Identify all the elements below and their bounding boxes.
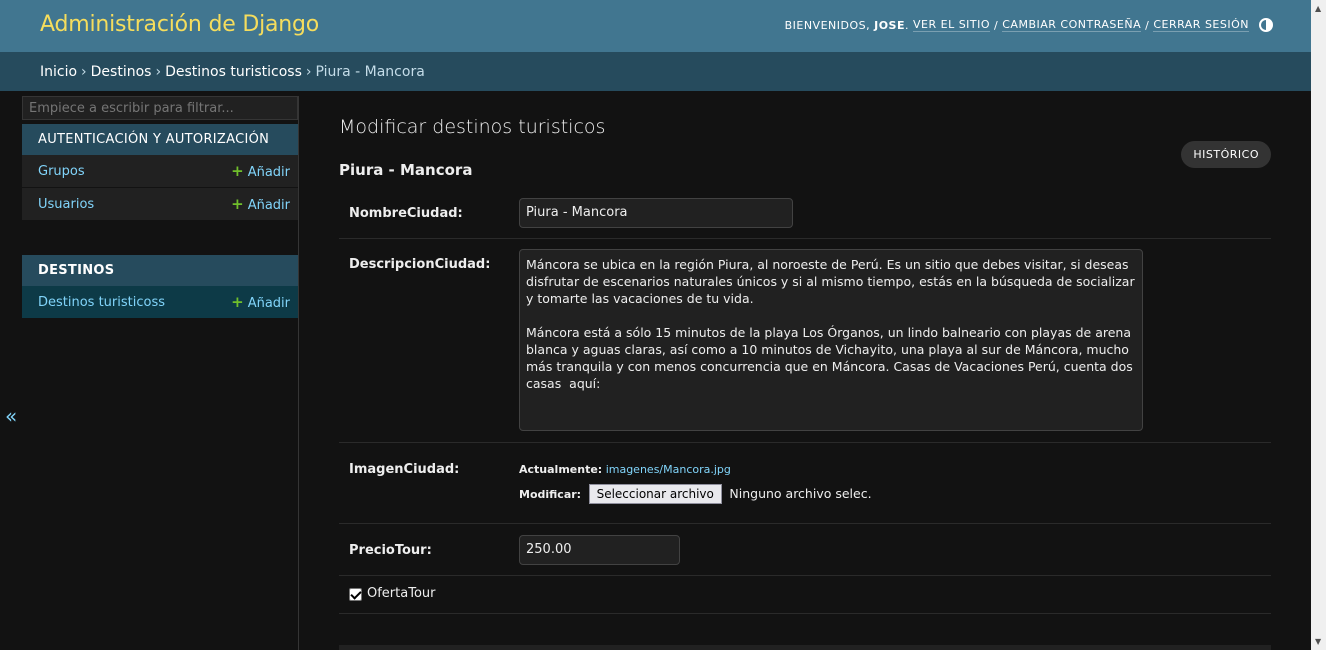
nombre-field[interactable]: Piura - Mancora bbox=[519, 198, 793, 228]
sidebar-item-grupos: Grupos + Añadir bbox=[22, 155, 298, 188]
page-scrollbar[interactable]: ▲ ▼ bbox=[1311, 0, 1326, 650]
plus-icon: + bbox=[231, 195, 244, 213]
page-title: Modificar destinos turisticos bbox=[339, 116, 606, 138]
nav-filter-input[interactable] bbox=[22, 96, 298, 120]
header: Administración de Django Bienvenidos, JO… bbox=[0, 0, 1311, 52]
add-usuarios-button[interactable]: + Añadir bbox=[231, 188, 290, 220]
oferta-checkbox[interactable] bbox=[349, 588, 362, 601]
scroll-up-icon[interactable]: ▲ bbox=[1315, 4, 1321, 13]
descripcion-textarea[interactable]: Máncora se ubica en la región Piura, al … bbox=[519, 249, 1143, 431]
breadcrumb: Inicio › Destinos › Destinos turisticoss › Piu… bbox=[0, 52, 1311, 91]
form-row-oferta: OfertaTour bbox=[339, 576, 1271, 614]
add-label: Añadir bbox=[247, 198, 290, 213]
app-caption-destinos[interactable]: DESTINOS bbox=[22, 255, 298, 286]
plus-icon: + bbox=[231, 293, 244, 311]
add-grupos-button[interactable]: + Añadir bbox=[231, 155, 290, 187]
change-label: Modificar: bbox=[519, 488, 582, 501]
oferta-label[interactable]: OfertaTour bbox=[367, 586, 436, 601]
form-row-precio: PrecioTour: 250.00 bbox=[339, 524, 1271, 576]
app-caption-label: Autenticación y autorización bbox=[38, 132, 270, 147]
breadcrumb-separator: › bbox=[155, 64, 162, 80]
add-label: Añadir bbox=[247, 296, 290, 311]
form-row-nombre: NombreCiudad: Piura - Mancora bbox=[339, 192, 1271, 239]
breadcrumb-current: Piura - Mancora bbox=[315, 64, 425, 80]
toggle-sidebar-button[interactable]: « bbox=[5, 404, 17, 428]
no-file-text: Ninguno archivo selec. bbox=[729, 486, 872, 501]
history-button[interactable]: Histórico bbox=[1181, 141, 1271, 168]
breadcrumb-model[interactable]: Destinos turisticoss bbox=[165, 64, 302, 80]
nombre-label: NombreCiudad: bbox=[349, 206, 463, 221]
user-tools: Bienvenidos, JOSE. Ver el sitio / Cambia… bbox=[785, 18, 1273, 32]
current-label: Actualmente: bbox=[519, 463, 603, 476]
add-destinos-button[interactable]: + Añadir bbox=[231, 286, 290, 318]
select-file-button[interactable]: Seleccionar archivo bbox=[588, 484, 722, 504]
app-caption-auth[interactable]: Autenticación y autorización bbox=[22, 124, 298, 155]
breadcrumb-app[interactable]: Destinos bbox=[91, 64, 152, 80]
model-link-usuarios[interactable]: Usuarios bbox=[38, 188, 94, 220]
submit-row bbox=[339, 645, 1271, 650]
sidebar-item-usuarios: Usuarios + Añadir bbox=[22, 188, 298, 221]
precio-label: PrecioTour: bbox=[349, 543, 432, 558]
breadcrumb-home[interactable]: Inicio bbox=[40, 64, 77, 80]
breadcrumb-separator: › bbox=[81, 64, 87, 80]
app-caption-label: DESTINOS bbox=[38, 263, 115, 278]
breadcrumb-separator: › bbox=[305, 64, 312, 80]
model-link-grupos[interactable]: Grupos bbox=[38, 155, 85, 187]
form-row-descripcion: DescripcionCiudad: Máncora se ubica en l… bbox=[339, 239, 1271, 443]
imagen-current: Actualmente: imagenes/Mancora.jpg bbox=[519, 463, 731, 476]
sidebar-item-destinos-turisticoss: Destinos turisticoss + Añadir bbox=[22, 286, 298, 319]
nav-sidebar: Autenticación y autorización Grupos +Aña… bbox=[22, 96, 299, 650]
add-label: Añadir bbox=[247, 165, 290, 180]
precio-field[interactable]: 250.00 bbox=[519, 535, 680, 565]
scroll-down-icon[interactable]: ▼ bbox=[1315, 637, 1321, 646]
main-content: Modificar destinos turisticos Histórico … bbox=[339, 91, 1271, 650]
model-link-destinos-turisticoss[interactable]: Destinos turisticoss bbox=[38, 286, 165, 318]
imagen-label: ImagenCiudad: bbox=[349, 462, 460, 477]
view-site-link[interactable]: Ver el sitio bbox=[913, 18, 991, 32]
imagen-change: Modificar: Seleccionar archivo Ninguno a… bbox=[519, 484, 872, 504]
theme-toggle-icon[interactable] bbox=[1259, 18, 1273, 32]
site-branding[interactable]: Administración de Django bbox=[40, 12, 319, 37]
plus-icon: + bbox=[231, 162, 244, 180]
username: JOSE bbox=[874, 18, 905, 32]
form-row-imagen: ImagenCiudad: Actualmente: imagenes/Manc… bbox=[339, 443, 1271, 524]
descripcion-label: DescripcionCiudad: bbox=[349, 257, 491, 272]
logout-link[interactable]: Cerrar sesión bbox=[1153, 18, 1249, 32]
welcome-text: Bienvenidos, bbox=[784, 18, 871, 32]
current-image-link[interactable]: imagenes/Mancora.jpg bbox=[606, 463, 731, 476]
object-title: Piura - Mancora bbox=[339, 161, 473, 179]
change-password-link[interactable]: Cambiar contraseña bbox=[1002, 18, 1142, 32]
